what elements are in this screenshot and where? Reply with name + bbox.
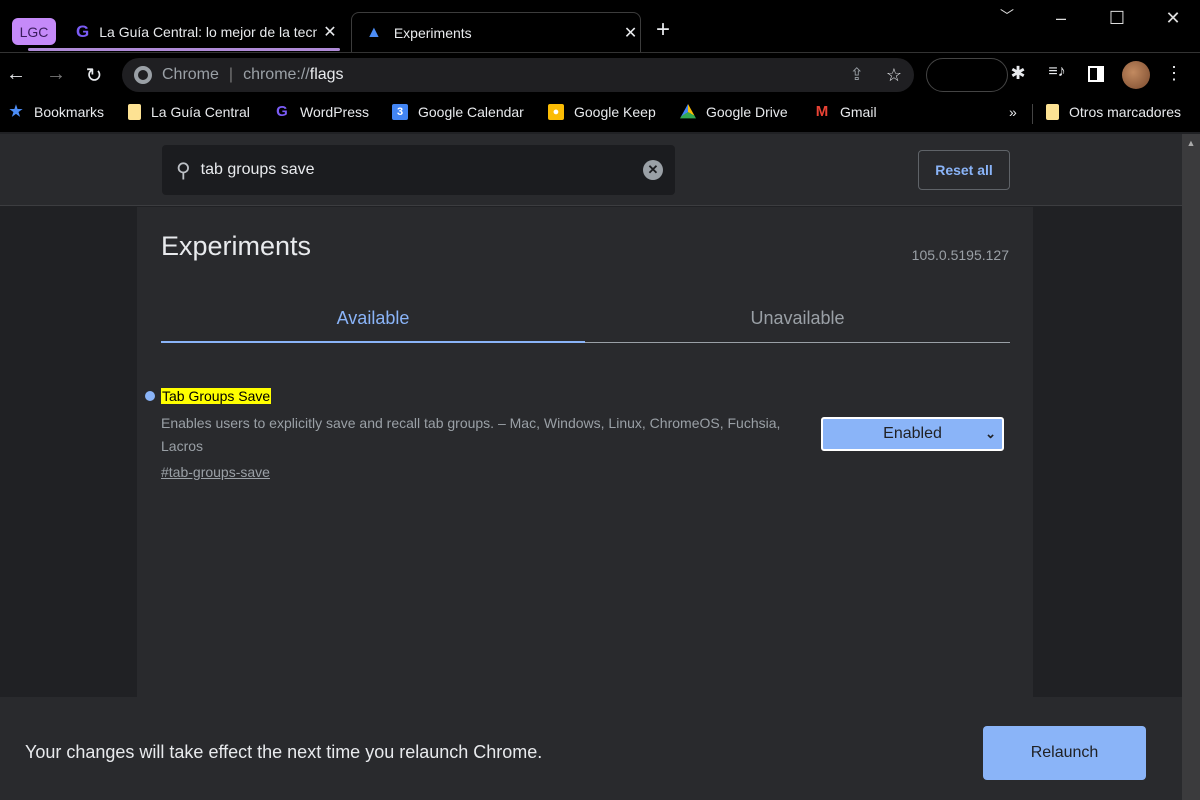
minimize-icon[interactable]: – [1046,8,1076,29]
bookmark-item[interactable]: 3 Google Calendar [392,104,524,120]
chevron-down-icon: ⌄ [985,426,996,441]
tab-search-chevron-icon[interactable]: ﹀ [992,6,1022,26]
page-title: Experiments [161,231,312,261]
bookmark-label: Google Drive [706,104,788,120]
reset-all-button[interactable]: Reset all [918,150,1010,190]
url-prefix: chrome:// [243,66,310,83]
experiment-permalink[interactable]: #tab-groups-save [161,464,270,480]
forward-icon[interactable]: → [44,63,68,86]
lgc-logo-icon: G [276,103,288,120]
scheme-label: Chrome [162,66,219,83]
bookmarks-overflow-button[interactable]: » [1009,104,1017,120]
scroll-up-icon[interactable]: ▲ [1182,138,1200,148]
bookmark-item[interactable]: M Gmail [814,103,877,121]
tab-title: Experiments [393,24,472,41]
tab-title: La Guía Central: lo mejor de la tecnolog… [99,24,318,40]
clear-search-icon[interactable]: ✕ [643,160,663,180]
bookmark-item[interactable]: G WordPress [274,103,369,121]
avatar[interactable] [1122,61,1150,89]
keep-icon: ● [548,104,564,120]
bookmark-item[interactable]: Google Drive [680,104,788,120]
bookmark-star-icon[interactable]: ☆ [886,65,902,86]
media-control-icon[interactable]: ≡♪ [1045,63,1069,81]
url-host: flags [309,66,344,83]
tab-available[interactable]: Available [161,295,585,343]
bookmark-label: Bookmarks [34,104,105,120]
folder-icon [1046,104,1059,120]
divider [1032,104,1033,124]
title-bar: LGC G La Guía Central: lo mejor de la te… [0,0,1200,52]
close-tab-icon[interactable]: ✕ [323,22,336,42]
reload-icon[interactable]: ↻ [82,63,106,88]
new-tab-button[interactable]: + [656,16,670,44]
folder-icon [128,104,141,120]
bookmark-label: Google Calendar [418,104,524,120]
close-tab-icon[interactable]: ✕ [624,23,637,43]
tab-group-chip[interactable]: LGC [12,18,56,45]
bookmark-label: Google Keep [574,104,656,120]
maximize-icon[interactable]: ☐ [1102,8,1132,29]
flags-header: ⚲ tab groups save ✕ Reset all [0,134,1182,206]
bookmark-label: WordPress [300,104,369,120]
bookmark-item[interactable]: ★ Bookmarks [8,103,105,121]
scrollbar[interactable]: ▲ [1182,134,1200,800]
flag-search-input[interactable]: ⚲ tab groups save ✕ [162,145,675,195]
search-value: tab groups save [200,161,315,178]
extensions-icon[interactable]: ✱ [1006,63,1030,84]
bookmark-label: La Guía Central [151,104,250,120]
relaunch-button[interactable]: Relaunch [983,726,1146,780]
experiment-state-select[interactable]: Enabled ⌄ [821,417,1004,451]
drive-icon [680,104,696,119]
close-window-icon[interactable]: ✕ [1158,8,1188,29]
relaunch-message: Your changes will take effect the next t… [25,742,543,762]
gmail-icon: M [815,103,829,120]
tab-la-guia-central[interactable]: G La Guía Central: lo mejor de la tecnol… [72,12,350,52]
side-panel-icon[interactable] [1088,66,1104,82]
bookmark-label: Otros marcadores [1069,104,1182,120]
chrome-logo-icon [134,66,152,84]
back-icon[interactable]: ← [4,63,28,86]
relaunch-footer: Your changes will take effect the next t… [0,697,1182,800]
other-bookmarks[interactable]: Otros marcadores [1046,104,1181,120]
lgc-logo-icon: G [76,22,90,41]
menu-kebab-icon[interactable]: ⋮ [1162,63,1186,84]
star-icon: ★ [9,103,23,120]
flask-icon: ▲ [366,23,382,41]
separator: | [228,66,234,83]
version-label: 105.0.5195.127 [911,247,1009,263]
omnibox[interactable]: Chrome | chrome:// flags ⇪ ☆ [122,58,914,92]
extension-pill[interactable] [926,58,1008,92]
calendar-icon: 3 [392,104,408,120]
experiment-description: Enables users to explicitly save and rec… [161,415,781,454]
experiments-panel: Experiments 105.0.5195.127 Available Una… [137,207,1033,697]
tab-experiments[interactable]: ▲ Experiments ✕ [351,12,641,52]
modified-indicator [145,391,155,401]
bookmark-item[interactable]: La Guía Central [128,104,250,120]
tab-unavailable[interactable]: Unavailable [585,295,1010,343]
bookmarks-bar: ★ Bookmarks La Guía Central G WordPress 3G… [0,96,1200,132]
selected-value: Enabled [883,425,942,442]
search-icon: ⚲ [176,159,191,182]
bookmark-item[interactable]: ● Google Keep [548,104,656,120]
experiment-name: Tab Groups Save [161,388,272,404]
toolbar: ← → ↻ Chrome | chrome:// flags ⇪ ☆ ✱ ≡♪ … [0,52,1200,96]
share-icon[interactable]: ⇪ [850,65,864,85]
bookmark-label: Gmail [840,104,877,120]
